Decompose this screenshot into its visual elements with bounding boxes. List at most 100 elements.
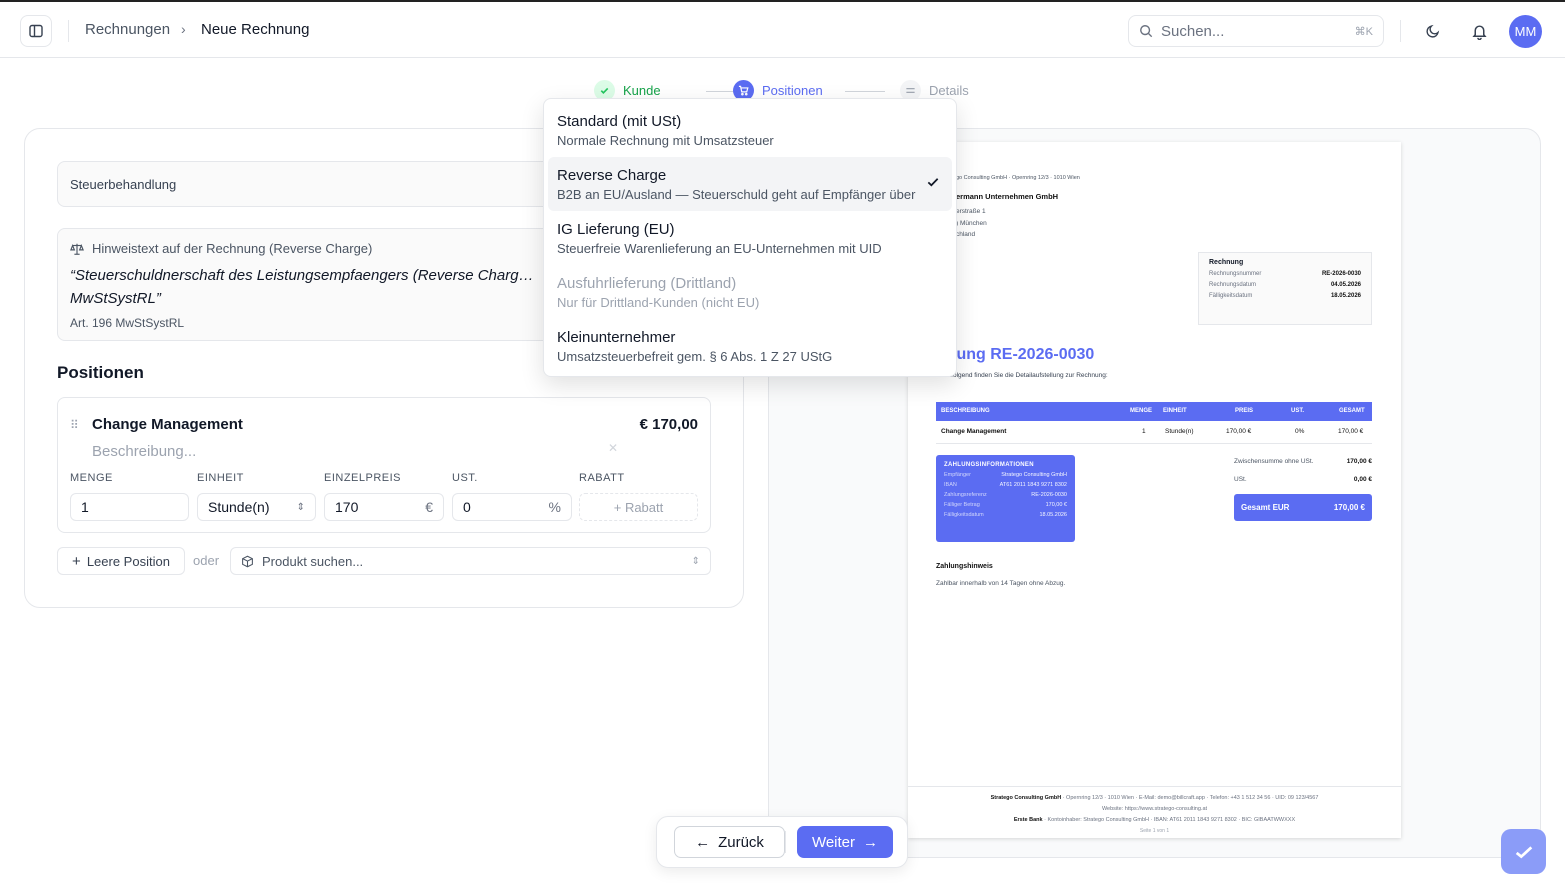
footer-company: Stratego Consulting GmbH	[990, 795, 1062, 801]
breadcrumb-rechnungen[interactable]: Rechnungen	[85, 21, 170, 38]
checkmark-icon	[1515, 845, 1532, 858]
pay-value: Stratego Consulting GmbH	[1001, 472, 1067, 478]
pay-value: 170,00 €	[1045, 502, 1067, 508]
info-value: 18.05.2026	[1330, 293, 1361, 299]
product-search-placeholder: Produkt suchen...	[262, 553, 364, 569]
unit-select[interactable]: Stunde(n) ⇕	[197, 493, 316, 521]
discount-label: RABATT	[579, 472, 625, 484]
total-value: 170,00 €	[1333, 503, 1365, 512]
recipient-city: ) München	[956, 220, 987, 227]
pay-key: IBAN	[944, 482, 957, 488]
chevron-updown-icon: ⇕	[296, 501, 305, 513]
info-key: Rechnungsdatum	[1209, 282, 1257, 288]
theme-toggle-button[interactable]	[1421, 19, 1445, 43]
header-divider	[1400, 20, 1401, 42]
price-label: EINZELPREIS	[324, 472, 402, 484]
step-label: Kunde	[623, 83, 661, 98]
search-input[interactable]: Suchen... ⌘K	[1128, 15, 1384, 47]
wizard-navigation-bar: ← Zurück Weiter →	[656, 816, 908, 868]
chevron-right-icon: ›	[181, 21, 186, 37]
option-standard[interactable]: Standard (mit USt) Normale Rechnung mit …	[548, 103, 952, 157]
col-head: BESCHREIBUNG	[941, 408, 990, 414]
unit-price-input[interactable]: 170 €	[324, 493, 444, 521]
payment-note-title: Zahlungshinweis	[936, 563, 993, 570]
footer-bank: Erste Bank	[1013, 817, 1043, 823]
vat-row: USt. 0,00 €	[1234, 476, 1372, 483]
product-search-select[interactable]: Produkt suchen... ⇕	[230, 547, 711, 575]
payment-note-text: Zahlbar innerhalb von 14 Tagen ohne Abzu…	[936, 580, 1066, 587]
option-ig-lieferung[interactable]: IG Lieferung (EU) Steuerfreie Warenliefe…	[548, 211, 952, 265]
pay-row: Zahlungsreferenz RE-2026-0030	[944, 492, 1067, 498]
pay-value: RE-2026-0030	[1031, 492, 1067, 498]
option-label: Standard (mit USt)	[557, 113, 682, 130]
positions-heading: Positionen	[57, 363, 144, 382]
back-label: Zurück	[718, 833, 764, 851]
sender-line: go Consulting GmbH · Opernring 12/3 · 10…	[956, 175, 1080, 181]
step-connector	[845, 91, 885, 92]
option-label: Reverse Charge	[557, 167, 667, 184]
option-kleinunternehmer[interactable]: Kleinunternehmer Umsatzsteuerbefreit gem…	[548, 319, 952, 373]
back-button[interactable]: ← Zurück	[674, 826, 785, 858]
vat-input[interactable]: 0 %	[452, 493, 572, 521]
drag-handle-icon[interactable]: ⠿	[70, 418, 79, 432]
unit-label: EINHEIT	[197, 472, 244, 484]
footer-text: · Opernring 12/3 · 1010 Wien · E-Mail: d…	[1061, 795, 1319, 801]
pay-key: Empfänger	[944, 472, 971, 478]
header-divider	[68, 20, 69, 42]
floating-action-button[interactable]	[1501, 829, 1546, 874]
percent-suffix: %	[548, 499, 561, 515]
pay-row: IBAN AT61 2011 1843 9271 8302	[944, 482, 1067, 488]
pay-value: 18.05.2026	[1039, 512, 1067, 518]
search-placeholder: Suchen...	[1161, 22, 1225, 40]
invoice-intro: Nachfolgend finden Sie die Detailaufstel…	[936, 372, 1108, 379]
step-label: Positionen	[762, 83, 823, 98]
avatar[interactable]: MM	[1509, 15, 1542, 48]
option-label: Kleinunternehmer	[557, 329, 676, 346]
option-label: IG Lieferung (EU)	[557, 221, 675, 238]
payment-info-box: ZAHLUNGSINFORMATIONEN Empfänger Stratego …	[936, 455, 1075, 542]
unit-value: Stunde(n)	[208, 499, 270, 515]
vat-value: 0	[463, 499, 471, 515]
item-total: € 170,00	[639, 416, 698, 433]
add-discount-button[interactable]: + Rabatt	[579, 493, 698, 521]
currency-suffix: €	[425, 499, 433, 515]
info-row: Fälligkeitsdatum 18.05.2026	[1209, 293, 1361, 299]
or-text: oder	[193, 553, 220, 568]
notifications-button[interactable]	[1467, 19, 1491, 43]
breadcrumb-current: Neue Rechnung	[201, 21, 310, 38]
position-item: ⠿ Change Management € 170,00 Beschreibun…	[57, 397, 711, 533]
item-description-input[interactable]: Beschreibung...	[92, 443, 196, 460]
vat-value: 0,00 €	[1353, 476, 1372, 483]
option-reverse-charge[interactable]: Reverse Charge B2B an EU/Ausland — Steue…	[548, 157, 952, 211]
next-button[interactable]: Weiter →	[797, 826, 893, 858]
quantity-input[interactable]: 1	[70, 493, 189, 521]
cell: 1	[1142, 428, 1146, 435]
payment-title: ZAHLUNGSINFORMATIONEN	[944, 462, 1034, 468]
col-head: PREIS	[1235, 408, 1254, 414]
invoice-document: go Consulting GmbH · Opernring 12/3 · 10…	[908, 142, 1401, 838]
search-icon	[1140, 25, 1153, 38]
item-name[interactable]: Change Management	[92, 416, 243, 433]
invoice-info-box: Rechnung Rechnungsnummer RE-2026-0030 Rec…	[1198, 252, 1372, 325]
cell: Change Management	[941, 428, 1007, 435]
total-label: Gesamt EUR	[1241, 503, 1290, 512]
top-header: Rechnungen › Neue Rechnung Suchen... ⌘K …	[0, 2, 1565, 58]
sidebar-toggle-button[interactable]	[20, 15, 52, 47]
info-value: 04.05.2026	[1330, 282, 1361, 288]
items-table-row: Change Management 1 Stunde(n) 170,00 € 0…	[936, 422, 1372, 444]
vat-label: USt.	[1234, 476, 1247, 483]
total-box: Gesamt EUR 170,00 €	[1234, 494, 1372, 521]
col-head: UST.	[1291, 408, 1305, 414]
search-shortcut: ⌘K	[1354, 25, 1373, 38]
option-description: Steuerfreie Warenlieferung an EU-Unterne…	[557, 241, 882, 256]
pay-row: Fälligkeitsdatum 18.05.2026	[944, 512, 1067, 518]
subtotal-row: Zwischensumme ohne USt. 170,00 €	[1234, 458, 1372, 465]
nav-divider	[785, 831, 786, 853]
add-empty-position-button[interactable]: + Leere Position	[57, 547, 185, 575]
col-head: EINHEIT	[1163, 408, 1187, 414]
remove-item-icon[interactable]: ✕	[608, 441, 618, 455]
add-discount-label: + Rabatt	[613, 499, 664, 515]
quantity-value: 1	[81, 499, 89, 515]
recipient-country: chland	[956, 231, 976, 238]
sidebar-icon	[29, 24, 43, 38]
